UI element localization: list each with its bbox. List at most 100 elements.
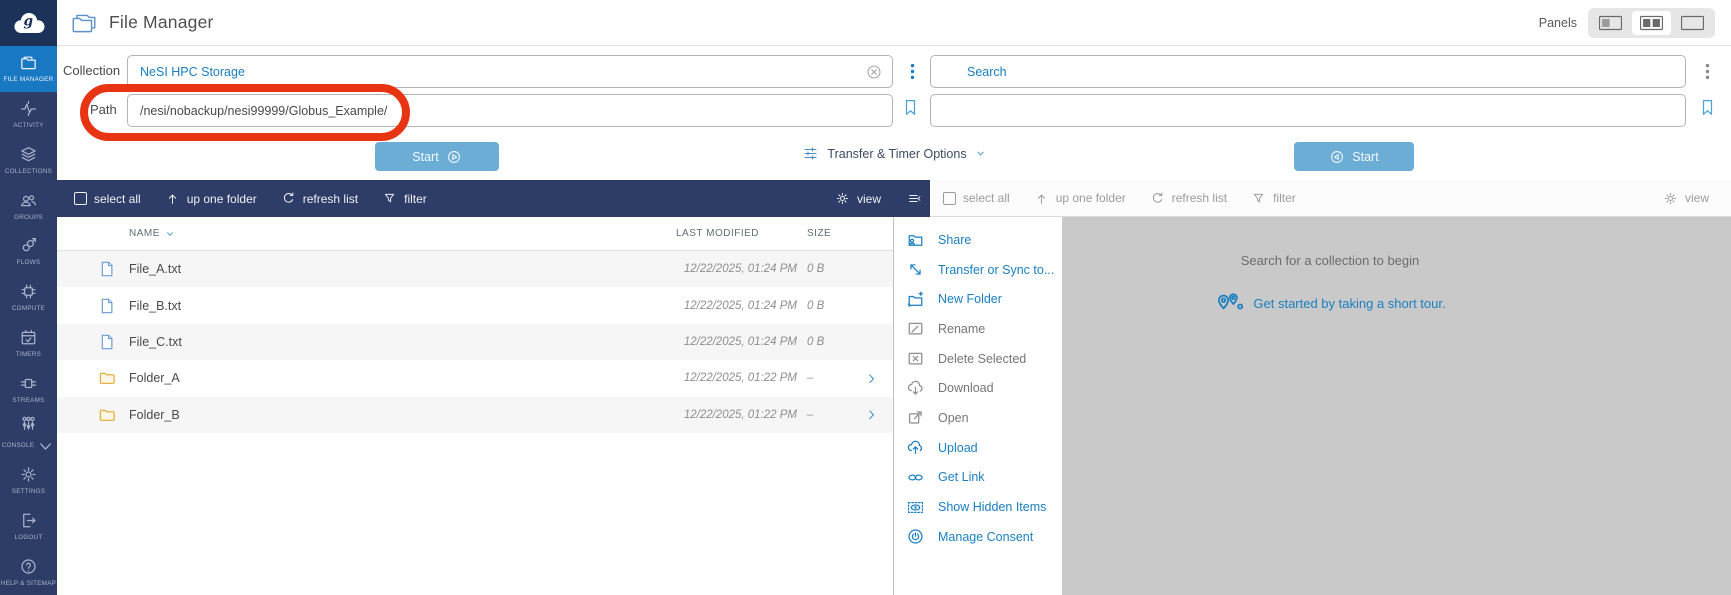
menu-item-show-hidden-items[interactable]: Show Hidden Items [894, 492, 1062, 522]
menu-item-manage-consent[interactable]: Manage Consent [894, 522, 1062, 552]
menu-item-get-link[interactable]: Get Link [894, 463, 1062, 493]
tour-link[interactable]: Get started by taking a short tour. [1214, 291, 1445, 316]
sidebar-item-console[interactable]: CONSOLE [0, 412, 57, 458]
play-left-icon [1329, 149, 1345, 165]
three-panel-icon [1680, 15, 1705, 31]
up-arrow-icon [165, 191, 180, 206]
menu-item-label: Show Hidden Items [938, 500, 1046, 514]
sidebar-item-label: GROUPS [14, 214, 43, 222]
start-transfer-destination-button[interactable]: Start [1294, 142, 1414, 171]
globus-logo[interactable]: g [0, 0, 57, 46]
up-arrow-icon [1034, 191, 1049, 206]
sidebar-item-label: SETTINGS [12, 488, 46, 496]
sidebar-item-activity[interactable]: ACTIVITY [0, 92, 57, 138]
file-row-file-a-txt[interactable]: File_A.txt12/22/2025, 01:24 PM0 B [57, 251, 893, 287]
file-manager-icon [19, 53, 38, 72]
sidebar-item-label: FILE MANAGER [4, 76, 54, 84]
refresh-list-button[interactable]: refresh list [281, 191, 358, 206]
collection-search-input[interactable] [930, 55, 1686, 88]
menu-item-transfer-or-sync-to[interactable]: Transfer or Sync to... [894, 255, 1062, 285]
start-label: Start [1352, 150, 1378, 164]
select-all-checkbox[interactable] [943, 192, 956, 205]
refresh-list-button[interactable]: refresh list [1150, 191, 1227, 206]
row-size: 0 B [797, 336, 855, 348]
start-transfer-source-button[interactable]: Start [375, 142, 499, 171]
menu-item-open[interactable]: Open [894, 403, 1062, 433]
folder-row-folder-b[interactable]: Folder_B12/22/2025, 01:22 PM– [57, 397, 893, 433]
view-button[interactable]: view [1663, 191, 1709, 206]
menu-item-new-folder[interactable]: New Folder [894, 284, 1062, 314]
menu-item-rename[interactable]: Rename [894, 314, 1062, 344]
menu-item-label: Share [938, 233, 971, 247]
sidebar-item-flows[interactable]: FLOWS [0, 229, 57, 275]
upload-icon [906, 438, 925, 457]
collapse-panel-icon[interactable] [907, 191, 922, 206]
up-one-folder-label: up one folder [187, 192, 257, 206]
transfer-timer-options[interactable]: Transfer & Timer Options [757, 145, 1031, 162]
view-label: view [857, 192, 881, 206]
filter-button[interactable]: filter [382, 191, 427, 206]
filter-label: filter [404, 192, 427, 206]
gear-icon [1663, 191, 1678, 206]
empty-state: Search for a collection to begin Get sta… [1062, 253, 1598, 316]
menu-item-delete-selected[interactable]: Delete Selected [894, 344, 1062, 374]
menu-item-label: Download [938, 381, 994, 395]
collection-input[interactable] [127, 55, 893, 88]
select-all-button[interactable]: select all [74, 192, 141, 206]
file-icon [85, 333, 129, 351]
chevron-right-icon[interactable] [855, 372, 887, 385]
sidebar-item-compute[interactable]: COMPUTE [0, 275, 57, 321]
page-title: File Manager [109, 12, 214, 33]
select-all-button[interactable]: select all [943, 191, 1010, 205]
sidebar-item-timers[interactable]: TIMERS [0, 321, 57, 367]
compute-icon [19, 282, 38, 301]
row-last-modified: 12/22/2025, 01:22 PM [629, 409, 797, 421]
refresh-icon [281, 191, 296, 206]
filter-icon [1251, 191, 1266, 206]
up-one-folder-button[interactable]: up one folder [165, 191, 257, 206]
three-panel-button[interactable] [1673, 11, 1712, 35]
folder-row-folder-a[interactable]: Folder_A12/22/2025, 01:22 PM– [57, 360, 893, 396]
source-kebab-menu-icon[interactable] [903, 62, 922, 86]
sidebar-item-collections[interactable]: COLLECTIONS [0, 138, 57, 184]
destination-path-input[interactable] [930, 94, 1686, 127]
bookmark-icon[interactable] [1698, 98, 1717, 122]
select-all-label: select all [94, 192, 141, 206]
column-size-header[interactable]: SIZE [797, 228, 855, 239]
sidebar-item-streams[interactable]: STREAMS [0, 366, 57, 412]
menu-item-label: Upload [938, 441, 978, 455]
destination-toolbar: select all up one folder refresh list fi… [930, 180, 1731, 217]
file-row-file-b-txt[interactable]: File_B.txt12/22/2025, 01:24 PM0 B [57, 287, 893, 323]
help-icon [19, 557, 38, 576]
file-actions-menu: Share Transfer or Sync to...New FolderRen… [893, 217, 1062, 595]
up-one-folder-button[interactable]: up one folder [1034, 191, 1126, 206]
view-button[interactable]: view [835, 191, 881, 206]
bookmark-icon[interactable] [901, 98, 920, 122]
menu-item-share[interactable]: Share [894, 225, 1062, 255]
column-name-header[interactable]: NAME [129, 228, 629, 239]
gear-icon [835, 191, 850, 206]
globus-logo-icon: g [9, 9, 49, 37]
sidebar-item-logout[interactable]: LOGOUT [0, 504, 57, 550]
chevron-right-icon[interactable] [855, 408, 887, 421]
console-icon [19, 414, 38, 433]
path-input[interactable] [127, 94, 893, 127]
one-panel-button[interactable] [1591, 11, 1630, 35]
download-icon [906, 379, 925, 398]
get-link-icon [906, 468, 925, 487]
sidebar-item-file-manager[interactable]: FILE MANAGER [0, 46, 57, 92]
clear-collection-icon[interactable] [865, 63, 883, 81]
destination-kebab-menu-icon[interactable] [1698, 62, 1717, 86]
sidebar-item-help-sitemap[interactable]: HELP & SITEMAP [0, 549, 57, 595]
filter-button[interactable]: filter [1251, 191, 1296, 206]
column-modified-header[interactable]: LAST MODIFIED [629, 228, 797, 239]
file-row-file-c-txt[interactable]: File_C.txt12/22/2025, 01:24 PM0 B [57, 324, 893, 360]
select-all-checkbox[interactable] [74, 192, 87, 205]
menu-item-download[interactable]: Download [894, 373, 1062, 403]
sidebar-item-groups[interactable]: GROUPS [0, 183, 57, 229]
sidebar-item-settings[interactable]: SETTINGS [0, 458, 57, 504]
sidebar-item-label: ACTIVITY [13, 122, 43, 130]
row-last-modified: 12/22/2025, 01:24 PM [629, 336, 797, 348]
menu-item-upload[interactable]: Upload [894, 433, 1062, 463]
two-panel-button[interactable] [1632, 11, 1671, 35]
